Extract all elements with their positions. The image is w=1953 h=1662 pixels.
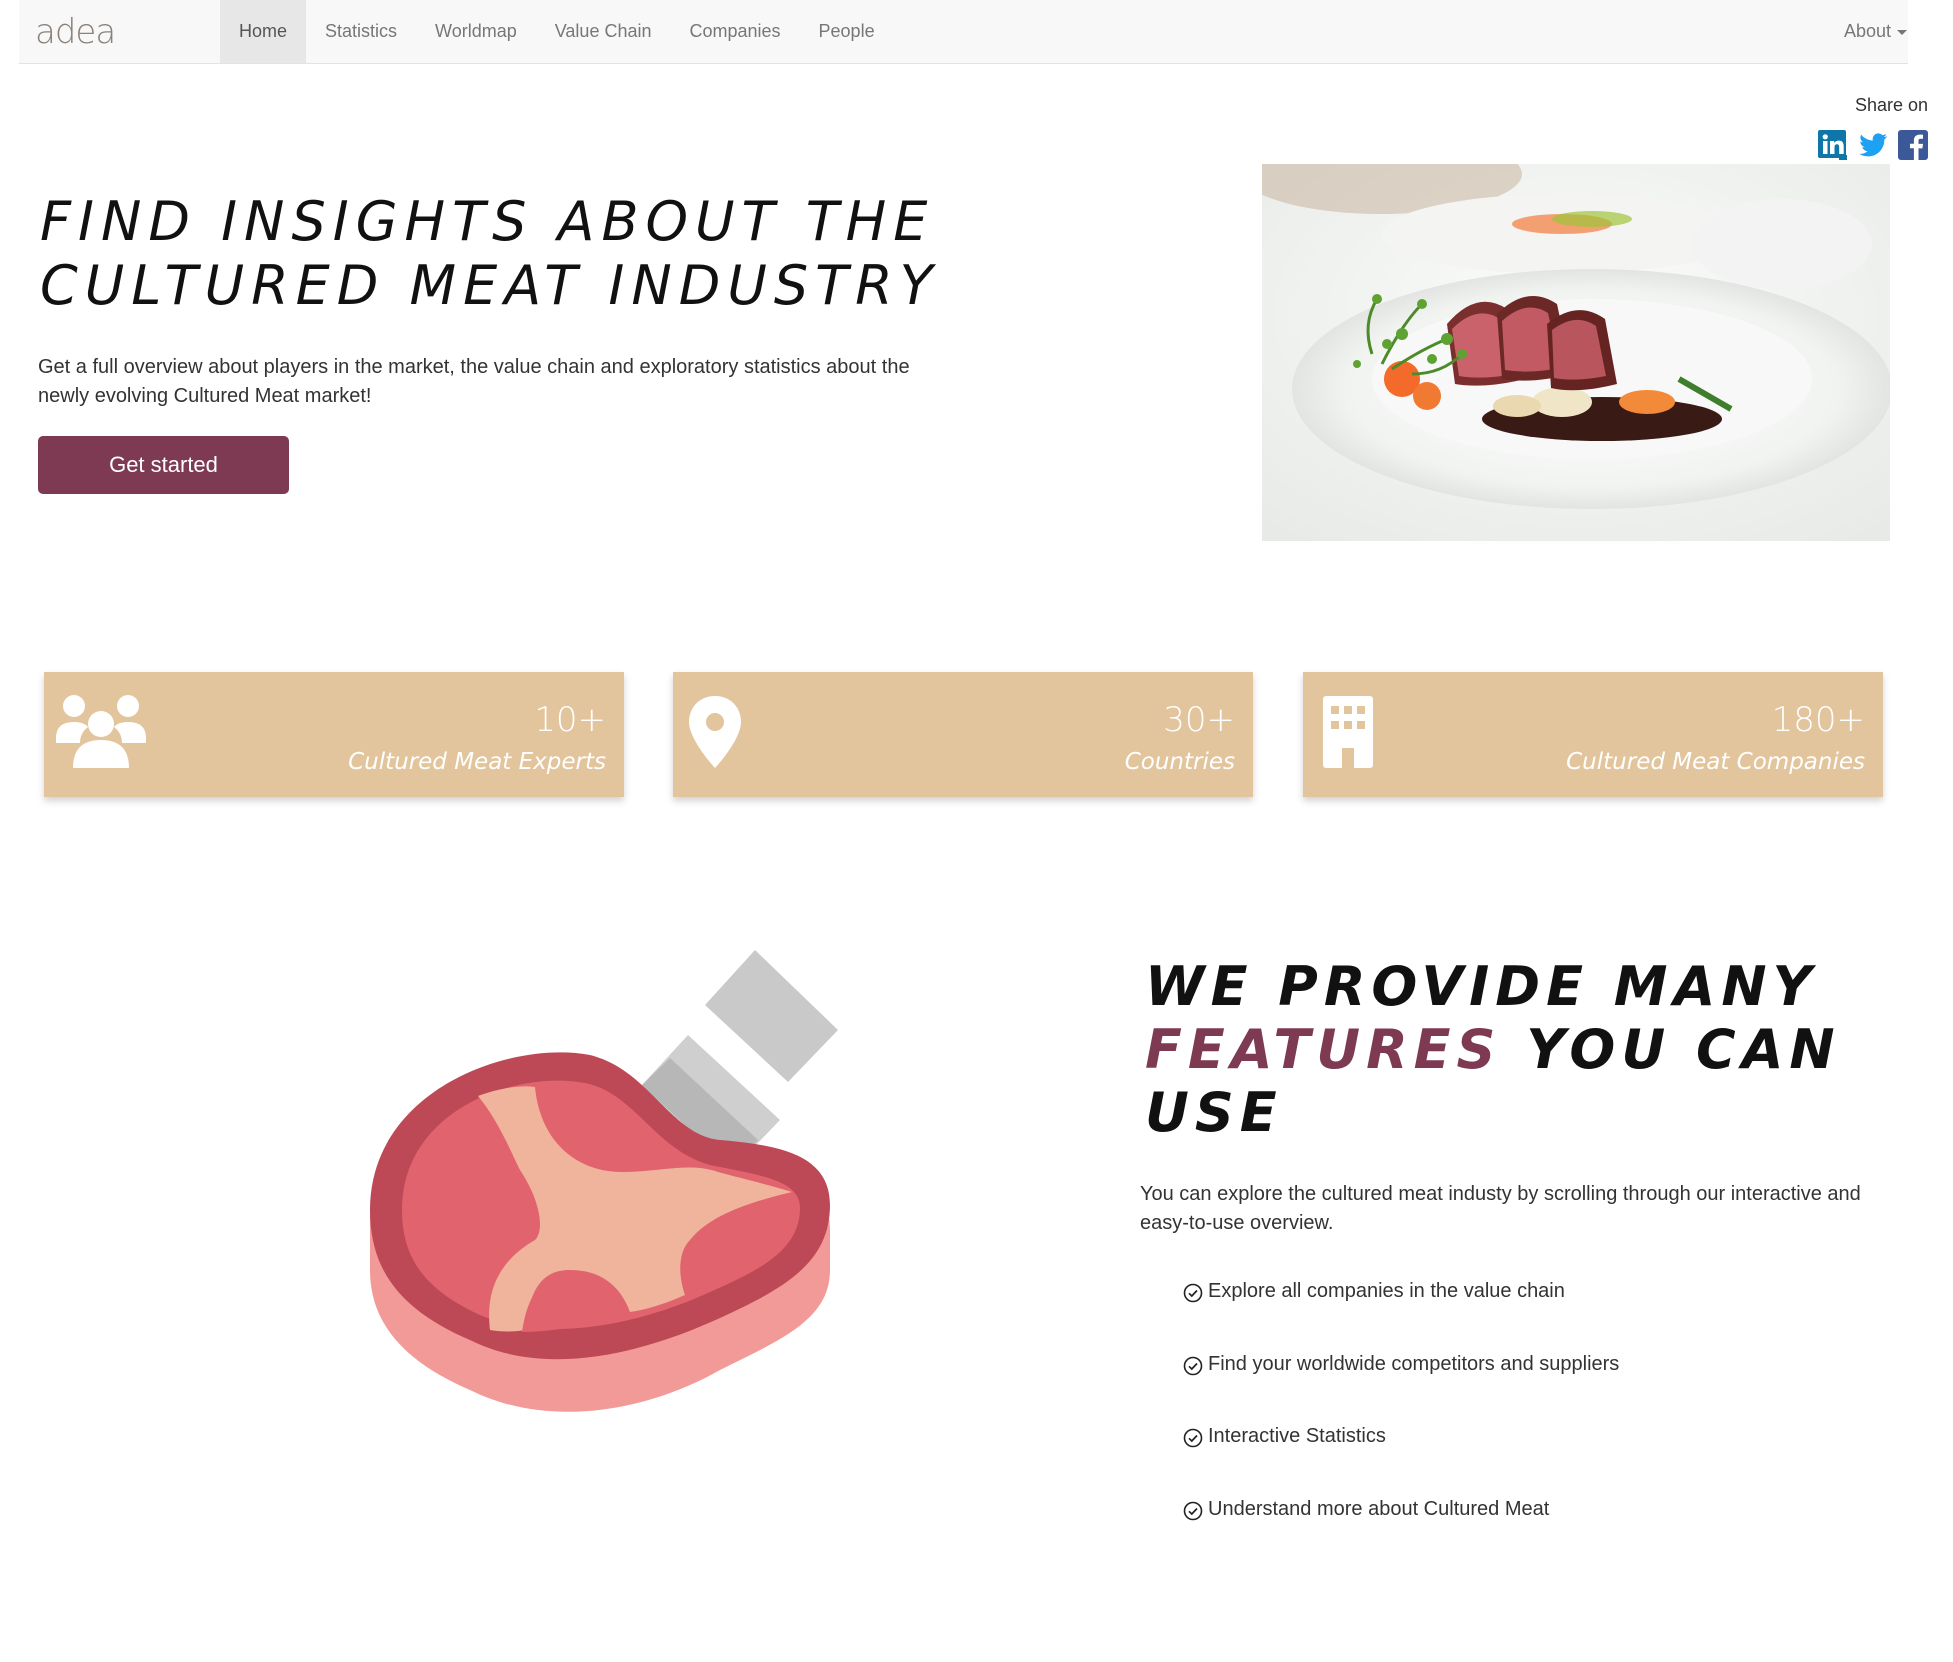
features-list: Explore all companies in the value chain… (1183, 1280, 1619, 1570)
map-pin-icon (689, 696, 741, 768)
nav-item-companies[interactable]: Companies (670, 0, 799, 63)
users-icon (56, 695, 146, 768)
brand-logo[interactable]: adea (35, 6, 127, 58)
get-started-button[interactable]: Get started (38, 436, 289, 494)
stat-number-companies: 180+ (1771, 700, 1865, 740)
features-title: WE PROVIDE MANY FEATURES YOU CAN USE (1145, 955, 1845, 1144)
nav-item-statistics[interactable]: Statistics (306, 0, 416, 63)
check-circle-icon (1183, 1356, 1203, 1375)
share-label: Share on (1854, 95, 1928, 115)
feature-item-label: Understand more about Cultured Meat (1208, 1497, 1550, 1520)
hero-title-line2: CULTURED MEAT INDUSTRY (40, 254, 940, 317)
stat-label-experts: Cultured Meat Experts (348, 749, 606, 775)
check-circle-icon (1183, 1501, 1203, 1520)
nav-item-people[interactable]: People (800, 0, 894, 63)
hero-title: FIND INSIGHTS ABOUT THE CULTURED MEAT IN… (40, 190, 940, 318)
check-circle-icon (1183, 1428, 1203, 1448)
about-label: About (1843, 21, 1891, 41)
list-item: Understand more about Cultured Meat (1183, 1498, 1619, 1571)
stat-label-countries: Countries (1124, 749, 1235, 775)
nav-item-value-chain[interactable]: Value Chain (536, 0, 671, 63)
caret-down-icon (1897, 29, 1907, 35)
nav-menu: Home Statistics Worldmap Value Chain Com… (220, 0, 894, 63)
feature-item-label: Interactive Statistics (1208, 1425, 1386, 1447)
navbar: adea Home Statistics Worldmap Value Chai… (19, 0, 1908, 64)
stat-card-experts: 10+ Cultured Meat Experts (44, 672, 624, 797)
feature-item-label: Explore all companies in the value chain (1208, 1280, 1565, 1302)
linkedin-icon[interactable] (1817, 129, 1849, 161)
features-title-line3: USE (1145, 1081, 1283, 1144)
features-description: You can explore the cultured meat indust… (1140, 1183, 1861, 1234)
twitter-icon[interactable] (1857, 129, 1889, 161)
stat-number-experts: 10+ (534, 700, 606, 740)
list-item: Explore all companies in the value chain (1183, 1280, 1619, 1353)
stat-card-countries: 30+ Countries (673, 672, 1253, 797)
stat-number-countries: 30+ (1163, 700, 1235, 740)
nav-item-home[interactable]: Home (220, 0, 307, 63)
list-item: Find your worldwide competitors and supp… (1183, 1353, 1619, 1426)
hero-description: Get a full overview about players in the… (38, 356, 910, 407)
building-icon (1323, 696, 1373, 768)
share-icons (1817, 129, 1929, 161)
steak-syringe-illustration (370, 950, 838, 1412)
hero-title-line1: FIND INSIGHTS ABOUT THE (40, 190, 935, 253)
features-title-line1: WE PROVIDE MANY (1145, 955, 1818, 1018)
facebook-icon[interactable] (1897, 129, 1929, 161)
check-circle-icon (1183, 1283, 1203, 1303)
features-title-accent: FEATURES (1145, 1018, 1502, 1081)
stat-label-companies: Cultured Meat Companies (1566, 749, 1865, 775)
about-dropdown[interactable]: About (1844, 0, 1927, 63)
nav-item-worldmap[interactable]: Worldmap (416, 0, 536, 63)
stat-card-companies: 180+ Cultured Meat Companies (1303, 672, 1883, 797)
hero-food-image (1262, 164, 1890, 541)
list-item: Interactive Statistics (1183, 1425, 1619, 1498)
feature-item-label: Find your worldwide competitors and supp… (1208, 1352, 1620, 1375)
features-title-rest: YOU CAN (1501, 1018, 1841, 1081)
